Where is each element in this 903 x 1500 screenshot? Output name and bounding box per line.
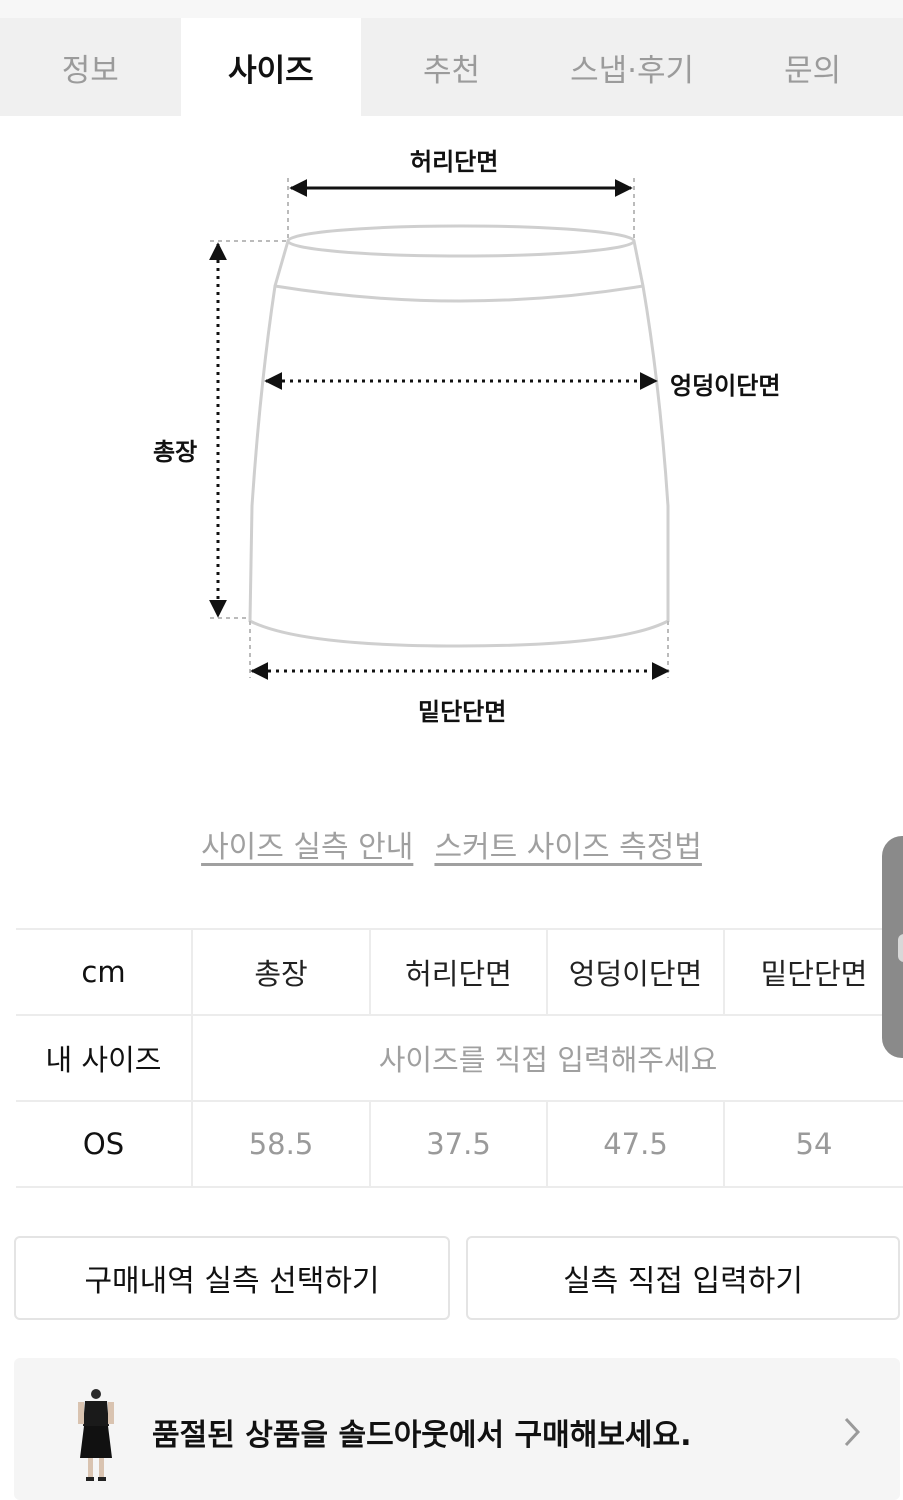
skirt-size-diagram: 허리단면 엉덩이단면 총장 밑단단면 [0,116,903,756]
my-size-row[interactable]: 내 사이즈 사이즈를 직접 입력해주세요 [16,1014,903,1102]
tab-inquiry[interactable]: 문의 [722,18,903,116]
skirt-illustration [209,178,670,680]
size-name: OS [16,1100,192,1188]
waist-label: 허리단면 [410,148,499,176]
value-hem: 54 [723,1100,903,1188]
table-header-row: cm 총장 허리단면 엉덩이단면 밑단단면 [16,928,903,1016]
length-label: 총장 [153,438,198,466]
unit-header: cm [16,928,192,1016]
hem-label: 밑단단면 [418,698,507,726]
size-table: cm 총장 허리단면 엉덩이단면 밑단단면 내 사이즈 사이즈를 직접 입력해주… [16,928,903,1188]
table-row: OS 58.5 37.5 47.5 54 [16,1100,903,1188]
size-guide-links: 사이즈 실측 안내 스커트 사이즈 측정법 [0,822,903,866]
tab-bar: 정보 사이즈 추천 스냅·후기 문의 [0,18,903,116]
tab-snap-review[interactable]: 스냅·후기 [542,18,723,116]
my-size-label: 내 사이즈 [16,1014,192,1102]
value-waist: 37.5 [369,1100,547,1188]
purchase-history-select-button[interactable]: 구매내역 실측 선택하기 [14,1236,450,1320]
hip-label: 엉덩이단면 [670,372,781,400]
col-header-waist: 허리단면 [369,928,547,1016]
my-size-input-hint[interactable]: 사이즈를 직접 입력해주세요 [191,1014,903,1102]
skirt-measure-link[interactable]: 스커트 사이즈 측정법 [434,830,701,865]
direct-input-button[interactable]: 실측 직접 입력하기 [466,1236,900,1320]
value-hip: 47.5 [546,1100,724,1188]
size-guide-link[interactable]: 사이즈 실측 안내 [201,830,413,865]
side-drawer-handle[interactable] [882,836,903,1058]
banner-text: 품절된 상품을 솔드아웃에서 구매해보세요. [152,1418,692,1453]
value-length: 58.5 [191,1100,370,1188]
col-header-hem: 밑단단면 [723,928,903,1016]
top-strip [0,0,903,18]
handle-grip-icon [898,934,903,962]
tab-recommend[interactable]: 추천 [361,18,542,116]
product-thumbnail [78,1389,114,1481]
tab-size[interactable]: 사이즈 [180,18,362,116]
col-header-length: 총장 [191,928,370,1016]
col-header-hip: 엉덩이단면 [546,928,724,1016]
chevron-right-icon [844,1417,861,1447]
soldout-banner[interactable]: 품절된 상품을 솔드아웃에서 구매해보세요. [14,1358,900,1500]
tab-info[interactable]: 정보 [0,18,181,116]
